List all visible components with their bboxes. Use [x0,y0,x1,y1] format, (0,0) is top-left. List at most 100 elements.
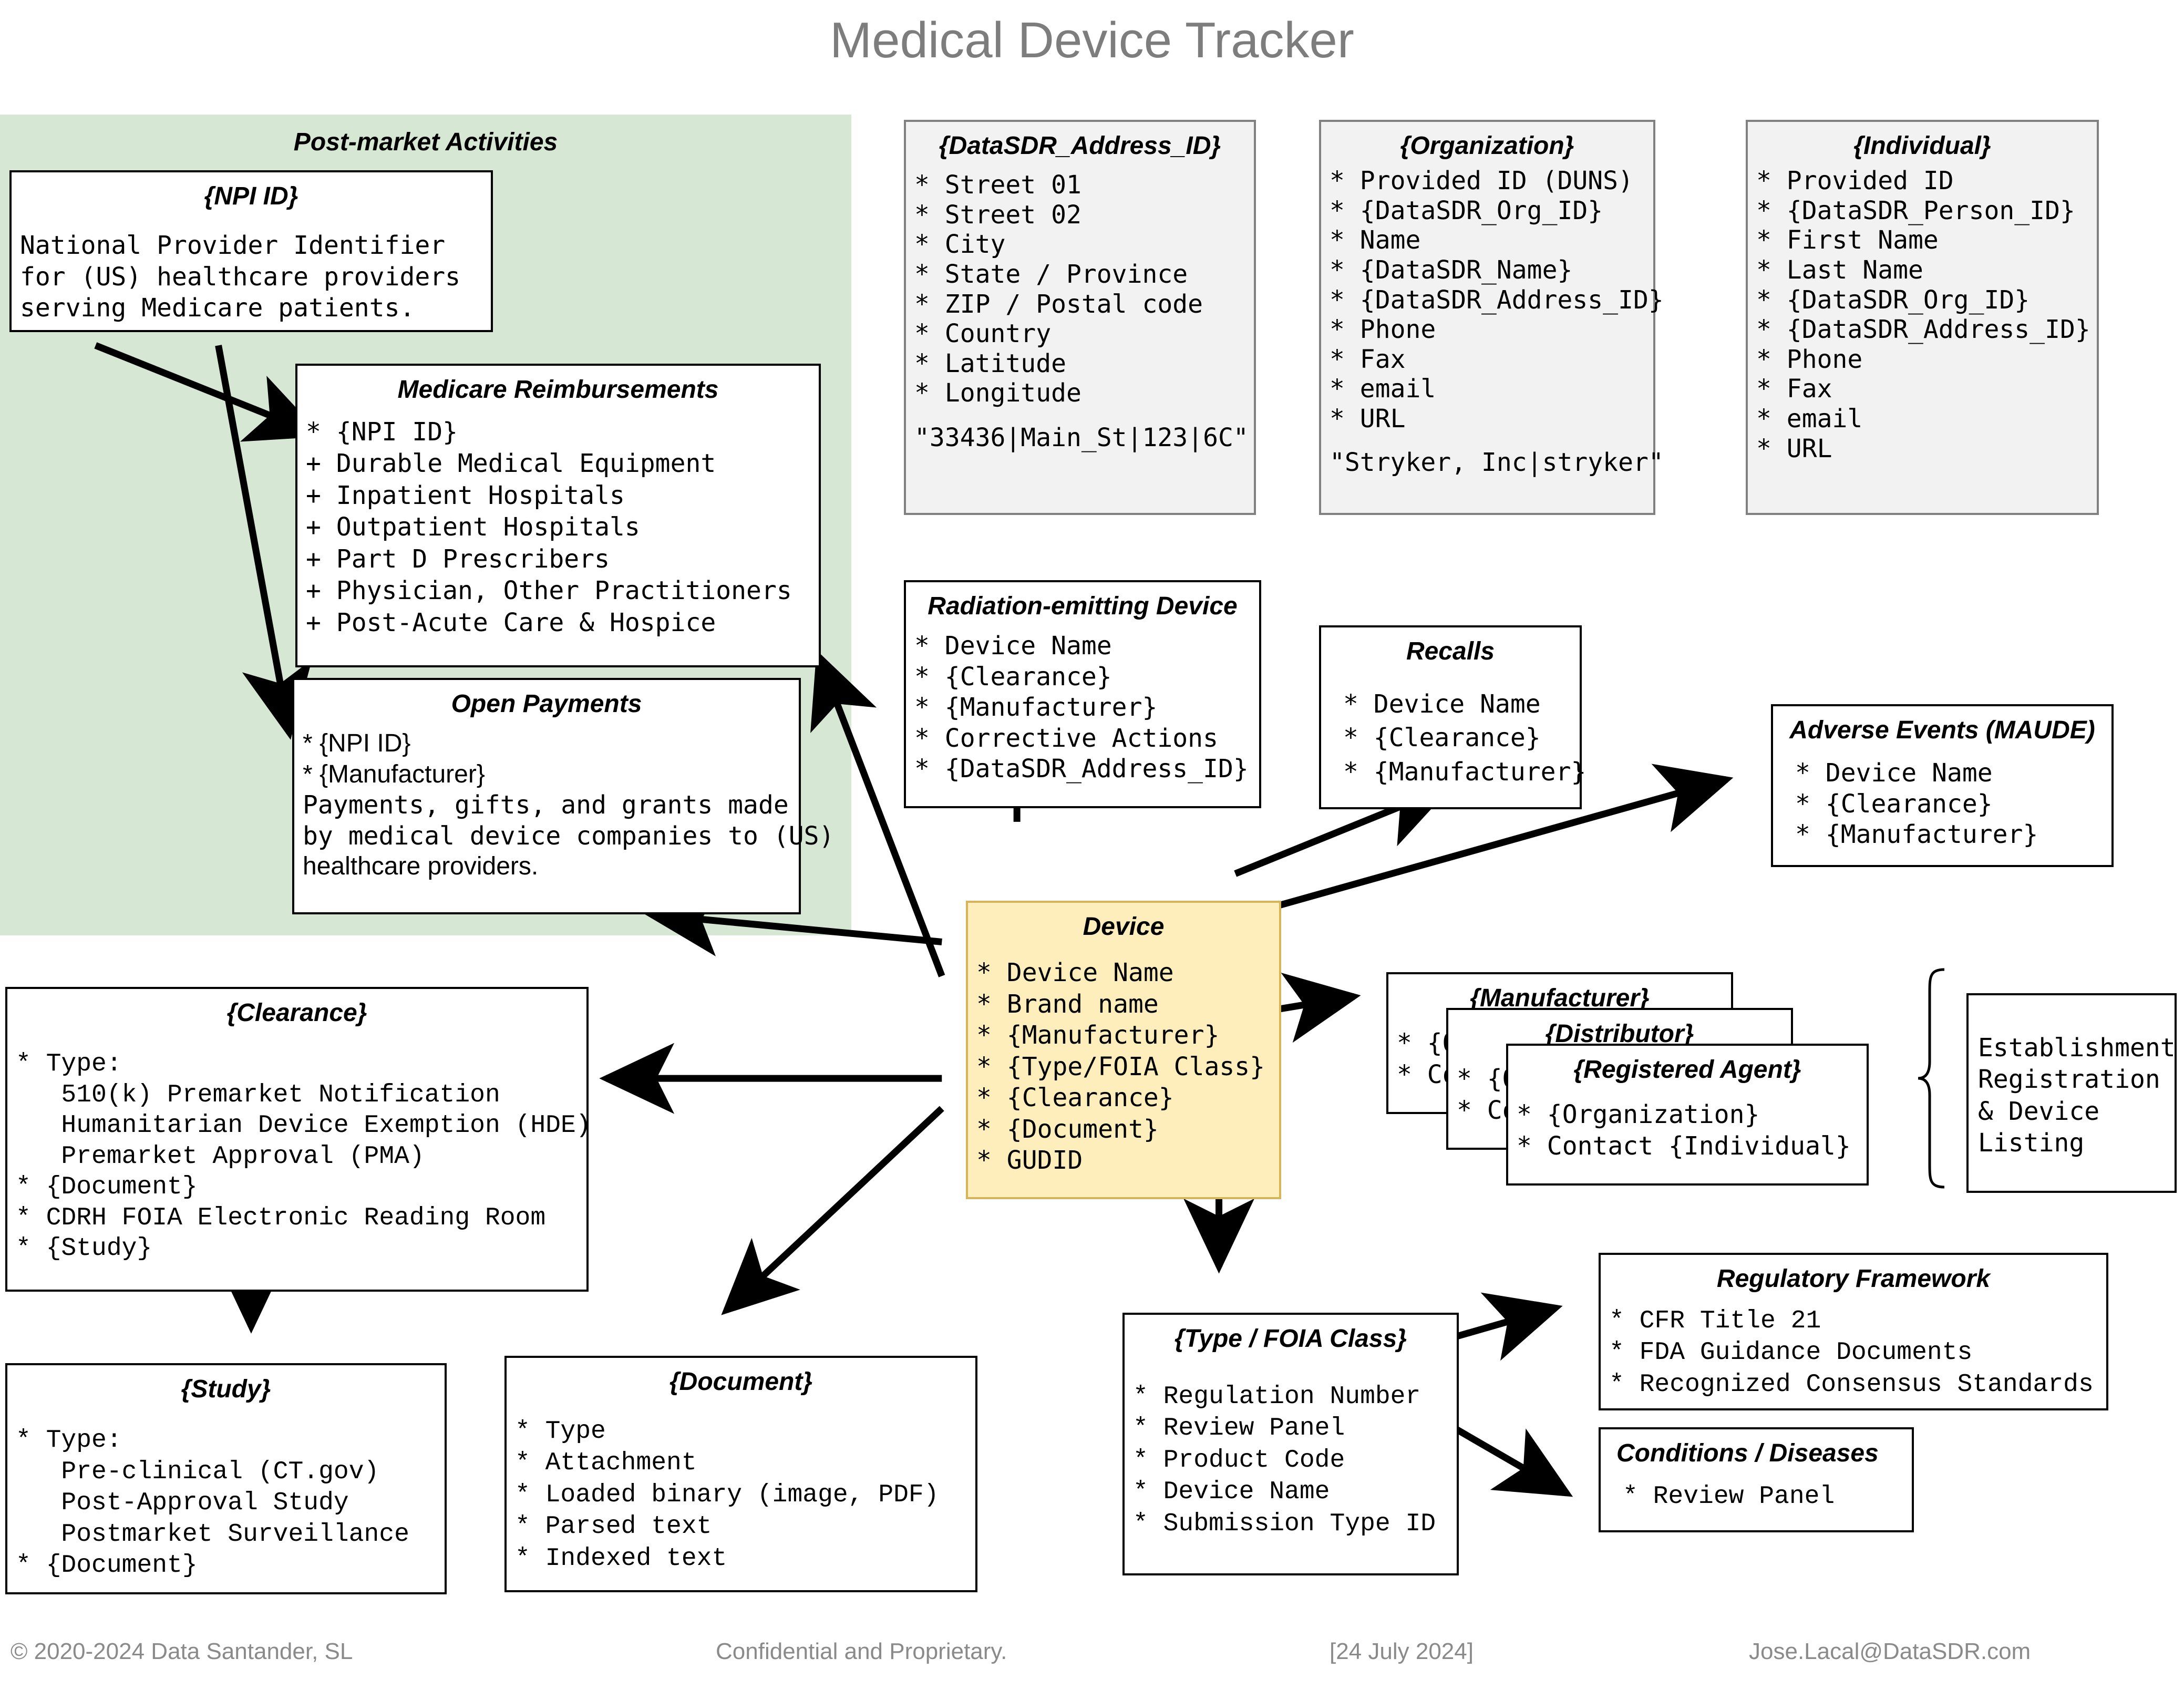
box-clearance-line-1: 510(k) Premarket Notification [16,1080,500,1109]
box-device[interactable]: Device * Device Name * Brand name * {Man… [966,901,1281,1199]
box-adverse-events-line-0: * Device Name [1795,758,1993,788]
box-radiation-emitting-device-line-2: * {Manufacturer} [914,693,1158,723]
box-clearance-title: {Clearance} [226,999,367,1027]
box-datasdr-address-id-title: {DataSDR_Address_ID} [939,132,1221,160]
box-device-line-5: * {Document} [976,1114,1159,1144]
box-open-payments-line-4: healthcare providers. [303,852,539,881]
box-clearance-line-5: * CDRH FOIA Electronic Reading Room [16,1203,546,1232]
box-radiation-emitting-device[interactable]: Radiation-emitting Device * Device Name … [904,580,1261,808]
box-organization-line-0: * Provided ID (DUNS) [1330,166,1633,195]
page-title: Medical Device Tracker [830,12,1354,68]
box-npi-id-title: {NPI ID} [204,182,298,210]
box-conditions-diseases[interactable]: Conditions / Diseases * Review Panel [1599,1427,1914,1532]
box-device-line-6: * GUDID [976,1146,1083,1176]
box-datasdr-address-id-line-1: * Street 02 [914,200,1081,230]
box-study[interactable]: {Study} * Type: Pre-clinical (CT.gov) Po… [5,1363,447,1594]
box-radiation-emitting-device-title: Radiation-emitting Device [928,592,1238,620]
box-individual-line-2: * First Name [1756,225,1939,255]
box-medicare-reimbursements-line-5: + Physician, Other Practitioners [306,576,792,606]
box-device-line-4: * {Clearance} [976,1083,1174,1113]
box-open-payments-title: Open Payments [451,690,642,718]
box-npi-id-line-2: serving Medicare patients. [20,293,415,323]
box-clearance[interactable]: {Clearance} * Type: 510(k) Premarket Not… [5,987,591,1292]
box-recalls-line-2: * {Manufacturer} [1343,757,1587,787]
box-organization-line-5: * Phone [1330,315,1436,345]
box-document[interactable]: {Document} * Type * Attachment * Loaded … [504,1356,977,1592]
box-npi-id-line-1: for (US) healthcare providers [20,262,461,292]
box-manufacturer-title: {Manufacturer} [1470,984,1650,1012]
box-device-title: Device [1083,913,1165,941]
box-device-line-2: * {Manufacturer} [976,1021,1220,1050]
box-medicare-reimbursements[interactable]: Medicare Reimbursements * {NPI ID} + Dur… [295,364,821,667]
box-medicare-reimbursements-line-2: + Inpatient Hospitals [306,480,625,510]
box-medicare-reimbursements-line-3: + Outpatient Hospitals [306,512,640,542]
box-clearance-line-4: * {Document} [16,1173,198,1202]
box-adverse-events[interactable]: Adverse Events (MAUDE) * Device Name * {… [1771,704,2114,867]
box-recalls[interactable]: Recalls * Device Name * {Clearance} * {M… [1319,625,1587,809]
box-type-foia-class-line-4: * Submission Type ID [1133,1509,1436,1538]
box-open-payments-line-2: Payments, gifts, and grants made [303,790,789,820]
box-npi-id-line-0: National Provider Identifier [20,231,446,260]
box-organization[interactable]: {Organization} * Provided ID (DUNS) * {D… [1319,120,1664,515]
box-registered-agent[interactable]: {Registered Agent} * {Organization} * Co… [1506,1044,1869,1186]
box-study-line-3: Postmarket Surveillance [16,1520,409,1549]
box-device-line-0: * Device Name [976,958,1174,987]
box-individual-line-7: * Fax [1756,374,1832,404]
box-radiation-emitting-device-line-3: * Corrective Actions [914,723,1218,753]
box-organization-title: {Organization} [1400,132,1574,160]
box-radiation-emitting-device-line-0: * Device Name [914,631,1112,661]
box-npi-id[interactable]: {NPI ID} National Provider Identifier fo… [9,170,493,332]
box-study-line-1: Pre-clinical (CT.gov) [16,1457,379,1486]
box-type-foia-class-line-3: * Device Name [1133,1478,1330,1507]
box-adverse-events-line-2: * {Manufacturer} [1795,820,2038,850]
box-organization-line-4: * {DataSDR_Address_ID} [1330,285,1664,315]
box-datasdr-address-id-line-3: * State / Province [914,259,1188,289]
box-document-line-3: * Parsed text [515,1512,712,1541]
box-organization-example: "Stryker, Inc|stryker" [1330,447,1664,477]
box-establishment-registration[interactable]: Establishment Registration & Device List… [1966,993,2177,1193]
box-document-line-4: * Indexed text [515,1544,727,1573]
box-individual-line-1: * {DataSDR_Person_ID} [1756,195,2075,225]
box-open-payments[interactable]: Open Payments * {NPI ID} * {Manufacturer… [292,678,835,914]
box-distributor-title: {Distributor} [1545,1020,1694,1048]
box-datasdr-address-id-line-0: * Street 01 [914,170,1081,200]
box-radiation-emitting-device-line-1: * {Clearance} [914,662,1112,692]
box-registered-agent-title: {Registered Agent} [1573,1056,1801,1084]
box-registered-agent-line-0: * {Organization} [1517,1100,1760,1129]
box-adverse-events-line-1: * {Clearance} [1795,789,1993,819]
box-organization-line-6: * Fax [1330,344,1406,374]
footer-copyright: © 2020-2024 Data Santander, SL [11,1639,353,1664]
box-type-foia-class[interactable]: {Type / FOIA Class} * Regulation Number … [1122,1313,1459,1575]
box-medicare-reimbursements-line-4: + Part D Prescribers [306,544,610,574]
box-datasdr-address-id-line-6: * Latitude [914,348,1066,378]
box-open-payments-line-0: * {NPI ID} [303,729,411,757]
box-regulatory-framework[interactable]: Regulatory Framework * CFR Title 21 * FD… [1599,1253,2108,1410]
box-organization-line-1: * {DataSDR_Org_ID} [1330,195,1603,225]
box-clearance-line-6: * {Study} [16,1234,152,1263]
box-document-title: {Document} [669,1368,813,1396]
box-datasdr-address-id-line-7: * Longitude [914,378,1081,408]
post-market-activities-label: Post-market Activities [293,128,558,156]
footer-date: [24 July 2024] [1330,1639,1474,1664]
box-datasdr-address-id[interactable]: {DataSDR_Address_ID} * Street 01 * Stree… [904,120,1256,515]
box-conditions-diseases-line-0: * Review Panel [1623,1482,1835,1511]
box-study-line-4: * {Document} [16,1551,198,1580]
box-recalls-line-1: * {Clearance} [1343,723,1541,753]
box-medicare-reimbursements-line-1: + Durable Medical Equipment [306,449,716,479]
box-open-payments-line-3: by medical device companies to (US) [303,821,835,851]
box-individual-line-3: * Last Name [1756,255,1923,285]
box-study-title: {Study} [181,1375,271,1403]
box-study-line-0: * Type: [16,1426,122,1455]
box-organization-line-3: * {DataSDR_Name} [1330,255,1573,285]
box-recalls-title: Recalls [1406,637,1495,665]
box-conditions-diseases-title: Conditions / Diseases [1616,1439,1879,1467]
box-type-foia-class-title: {Type / FOIA Class} [1175,1325,1407,1353]
box-open-payments-line-1: * {Manufacturer} [303,760,485,788]
footer-confidential: Confidential and Proprietary. [716,1639,1007,1664]
box-study-line-2: Post-Approval Study [16,1489,349,1518]
box-clearance-line-2: Humanitarian Device Exemption (HDE) [16,1111,591,1140]
box-adverse-events-title: Adverse Events (MAUDE) [1789,716,2095,744]
box-type-foia-class-line-1: * Review Panel [1133,1414,1345,1443]
box-registered-agent-line-1: * Contact {Individual} [1517,1131,1851,1161]
box-individual[interactable]: {Individual} * Provided ID * {DataSDR_Pe… [1746,120,2099,515]
